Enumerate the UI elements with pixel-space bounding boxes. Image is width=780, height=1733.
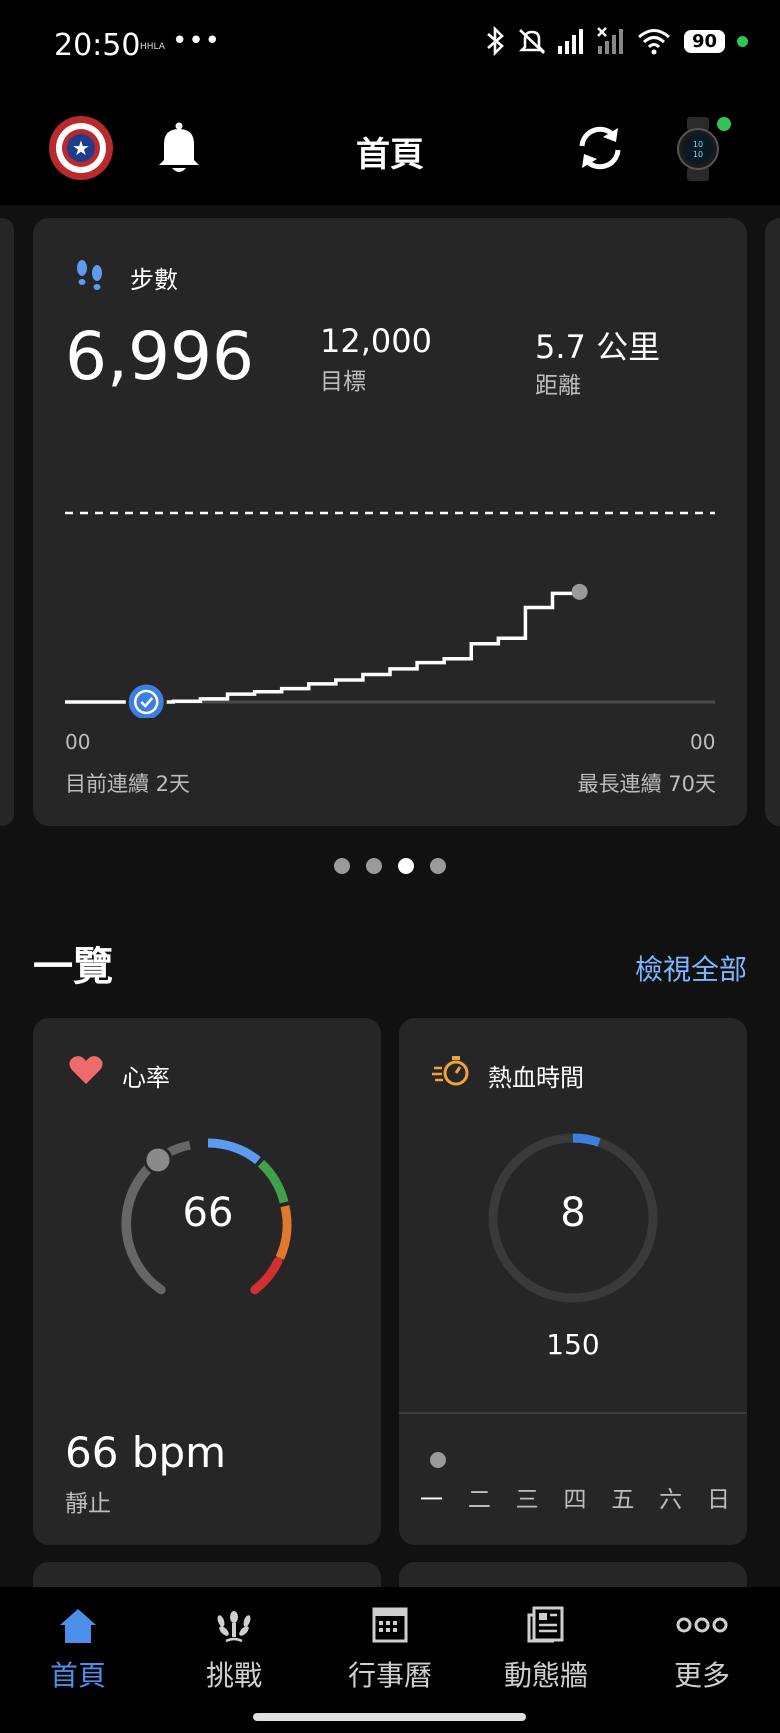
stopwatch-icon	[432, 1056, 469, 1086]
view-all-link[interactable]: 檢視全部	[635, 948, 747, 988]
weekday-label: 一	[420, 1487, 443, 1513]
weekday-label: 二	[467, 1487, 491, 1513]
signal-icon	[557, 29, 583, 54]
heart-rate-value: 66 bpm	[65, 1428, 227, 1477]
nav-home-label: 首頁	[49, 1659, 106, 1692]
status-icons: 90	[484, 26, 748, 56]
nav-calendar[interactable]: 行事曆	[312, 1600, 468, 1694]
heart-rate-sub: 靜止	[65, 1491, 111, 1517]
longest-streak: 最長連續 70天	[577, 772, 716, 796]
svg-text:10: 10	[693, 150, 703, 159]
clock-marker-icon[interactable]	[125, 681, 167, 718]
previous-card-peek[interactable]	[0, 218, 14, 826]
weekday-label: 五	[611, 1487, 635, 1513]
tile-divider	[399, 1412, 747, 1414]
steps-end-point	[571, 583, 588, 600]
next-card-peek[interactable]	[765, 218, 780, 826]
status-more-icon: •••	[172, 26, 222, 56]
svg-text:10: 10	[693, 140, 703, 149]
page-title: 首頁	[356, 135, 424, 175]
nav-newsfeed-label: 動態牆	[503, 1659, 588, 1692]
heart-icon	[69, 1056, 103, 1084]
nav-challenges-label: 挑戰	[205, 1659, 262, 1692]
carrier-badge: HHLA	[140, 42, 165, 52]
weekday-label: 日	[706, 1487, 730, 1513]
weekday-activity-dot	[430, 1452, 446, 1468]
gauge-segment-red	[250, 1257, 283, 1295]
nav-calendar-label: 行事曆	[347, 1659, 432, 1692]
x-axis-start-label: 00	[65, 730, 91, 754]
heart-rate-gauge-value: 66	[182, 1190, 234, 1236]
wifi-icon	[637, 29, 670, 55]
nav-home[interactable]: 首頁	[0, 1600, 156, 1694]
x-axis-end-label: 00	[690, 730, 716, 754]
nav-challenges[interactable]: 挑戰	[156, 1600, 312, 1694]
gauge-segment-blue	[207, 1138, 261, 1165]
status-time: 20:50	[54, 28, 141, 63]
card-pager	[0, 858, 780, 874]
weekday-row: 一二三四五六日	[420, 1480, 730, 1514]
bluetooth-icon	[487, 26, 504, 56]
intensity-minutes-label: 熱血時間	[488, 1064, 584, 1092]
calendar-icon	[312, 1600, 468, 1650]
privacy-indicator-dot	[737, 35, 748, 47]
sync-icon[interactable]	[572, 120, 628, 176]
current-streak: 目前連續 2天	[65, 772, 191, 796]
newsfeed-icon	[468, 1600, 624, 1650]
more-icon	[624, 1600, 780, 1650]
nav-more[interactable]: 更多	[624, 1600, 780, 1694]
home-icon	[0, 1600, 156, 1650]
intensity-minutes-goal: 150	[546, 1328, 600, 1361]
laurel-icon	[156, 1600, 312, 1650]
gauge-marker	[143, 1145, 173, 1175]
pager-dot[interactable]	[366, 858, 382, 874]
intensity-minutes-value: 8	[560, 1190, 586, 1236]
nav-more-label: 更多	[673, 1659, 730, 1692]
pager-dot[interactable]	[334, 858, 350, 874]
home-indicator	[253, 1713, 526, 1721]
weekday-label: 三	[515, 1487, 539, 1513]
steps-chart	[65, 511, 715, 718]
intensity-progress	[572, 1133, 601, 1147]
watch-icon[interactable]: 10 10	[672, 115, 736, 183]
overview-title: 一覽	[33, 944, 113, 990]
nav-newsfeed[interactable]: 動態牆	[468, 1600, 624, 1694]
signal-no-service-icon	[597, 27, 623, 54]
bell-muted-icon	[518, 29, 546, 54]
battery-indicator: 90	[683, 29, 725, 53]
weekday-label: 四	[563, 1487, 587, 1513]
pager-dot[interactable]	[430, 858, 446, 874]
heart-rate-label: 心率	[122, 1064, 170, 1092]
weekday-label: 六	[659, 1487, 683, 1513]
pager-dot[interactable]	[398, 858, 414, 874]
